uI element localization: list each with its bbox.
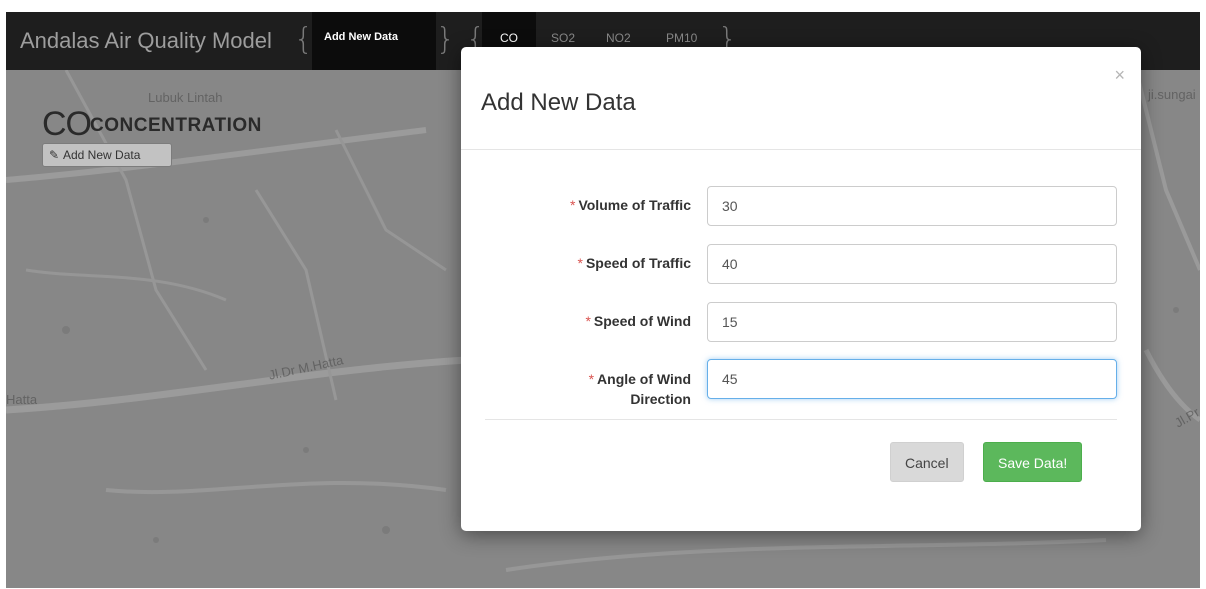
- nav-pollutant-so2[interactable]: SO2: [551, 31, 575, 45]
- save-data-button[interactable]: Save Data!: [983, 442, 1083, 482]
- co-heading: CO: [42, 105, 92, 143]
- required-asterisk: *: [588, 371, 595, 387]
- required-asterisk: *: [585, 313, 591, 329]
- add-data-modal: Add New Data × *Volume of Traffic *Speed…: [461, 47, 1141, 531]
- brace-close-1: }: [436, 22, 456, 57]
- volume-of-traffic-label-text: Volume of Traffic: [578, 197, 691, 213]
- modal-header-divider: [461, 149, 1141, 150]
- volume-of-traffic-input[interactable]: [707, 186, 1117, 226]
- map-label-hatta: Hatta: [6, 392, 38, 407]
- speed-of-wind-input[interactable]: [707, 302, 1117, 342]
- required-asterisk: *: [577, 255, 583, 271]
- speed-of-traffic-input[interactable]: [707, 244, 1117, 284]
- speed-of-wind-label-text: Speed of Wind: [593, 313, 691, 329]
- angle-of-wind-direction-input[interactable]: [707, 359, 1117, 399]
- modal-footer-divider: [485, 419, 1117, 420]
- required-asterisk: *: [570, 197, 576, 213]
- brace-open-1: {: [294, 22, 314, 57]
- angle-of-wind-direction-label: * Angle of Wind Direction: [471, 369, 691, 409]
- speed-of-wind-label: * Speed of Wind: [471, 311, 691, 331]
- speed-of-traffic-label: * Speed of Traffic: [471, 253, 691, 273]
- brand-title[interactable]: Andalas Air Quality Model: [20, 28, 272, 54]
- cancel-button[interactable]: Cancel: [890, 442, 964, 482]
- nav-pollutant-no2[interactable]: NO2: [606, 31, 631, 45]
- nav-pollutant-co[interactable]: CO: [500, 31, 518, 45]
- speed-of-traffic-label-text: Speed of Traffic: [585, 255, 691, 271]
- app-root: Lubuk Lintah Jl.Dr M.Hatta Hatta ji.sung…: [6, 12, 1200, 588]
- pencil-icon: ✎: [49, 148, 60, 162]
- nav-pollutant-pm10[interactable]: PM10: [666, 31, 697, 45]
- add-new-data-button-label: Add New Data: [63, 148, 141, 162]
- nav-add-new-data[interactable]: Add New Data: [324, 31, 398, 43]
- map-label-sungai: ji.sungai: [1148, 87, 1196, 102]
- volume-of-traffic-label: * Volume of Traffic: [471, 195, 691, 215]
- angle-of-wind-label-line2: Direction: [630, 391, 691, 407]
- modal-title: Add New Data: [481, 89, 636, 116]
- concentration-heading: CONCENTRATION: [90, 115, 262, 136]
- add-new-data-button[interactable]: ✎ Add New Data: [42, 143, 172, 167]
- angle-of-wind-label-line1: Angle of Wind: [597, 371, 691, 387]
- close-icon[interactable]: ×: [1114, 65, 1125, 86]
- map-label-lubuk-lintah: Lubuk Lintah: [148, 90, 223, 105]
